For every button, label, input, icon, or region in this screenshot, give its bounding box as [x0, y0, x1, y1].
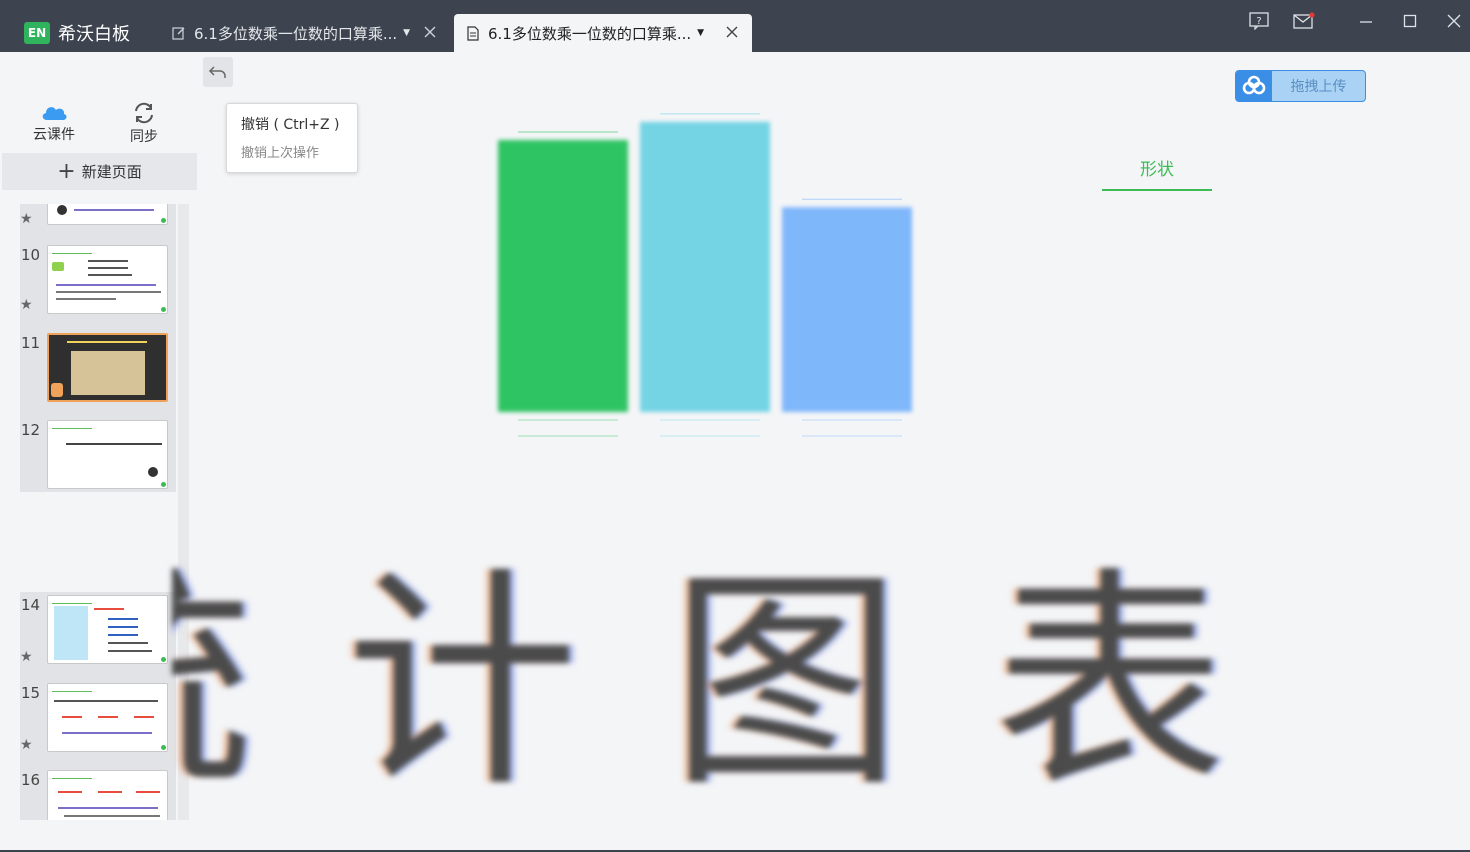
tab-document-2[interactable]: 6.1多位数乘一位数的口算乘... ▼	[454, 14, 752, 52]
upload-label: 拖拽上传	[1290, 79, 1347, 95]
svg-text:?: ?	[1256, 16, 1261, 27]
plus-icon: +	[57, 158, 76, 184]
slide-number: 10	[21, 246, 41, 264]
close-tab-button[interactable]	[422, 24, 438, 40]
star-icon[interactable]: ★	[20, 736, 33, 753]
thumbnail-list-gap	[20, 492, 176, 592]
title-bar: EN 希沃白板 6.1多位数乘一位数的口算乘... ▼ 6.1多位数乘一位数的口…	[0, 0, 1470, 52]
undo-icon	[208, 66, 226, 78]
chevron-down-icon[interactable]: ▼	[697, 28, 704, 38]
undo-tooltip: 撤销 ( Ctrl+Z ) 撤销上次操作	[226, 103, 358, 173]
girl-avatar-icon	[57, 205, 67, 215]
star-icon[interactable]: ★	[20, 648, 33, 665]
tooltip-title: 撤销 ( Ctrl+Z )	[241, 117, 340, 133]
app-name: 希沃白板	[58, 24, 130, 45]
close-window-button[interactable]	[1441, 8, 1467, 34]
close-tab-button[interactable]	[724, 24, 740, 40]
chart-bar[interactable]	[498, 140, 628, 412]
help-icon[interactable]: ?	[1246, 8, 1272, 34]
edit-icon	[172, 25, 186, 41]
drag-upload-button[interactable]: 拖拽上传	[1235, 70, 1366, 102]
girl-avatar-icon	[148, 467, 158, 477]
app-logo: EN	[24, 22, 50, 44]
document-icon	[466, 25, 480, 41]
star-icon[interactable]: ★	[20, 296, 33, 313]
slide-thumbnail[interactable]	[47, 595, 168, 664]
mail-icon[interactable]	[1291, 8, 1317, 34]
chart-bar[interactable]	[782, 207, 912, 412]
slide-thumbnail[interactable]	[47, 204, 168, 225]
undo-button[interactable]	[203, 57, 233, 87]
new-page-label: 新建页面	[81, 163, 142, 181]
canvas-bar-chart[interactable]	[480, 100, 960, 460]
minimize-button[interactable]	[1353, 8, 1379, 34]
baidu-cloud-icon	[1236, 71, 1272, 101]
slide-thumbnail[interactable]	[47, 770, 168, 820]
tab-title: 6.1多位数乘一位数的口算乘...	[488, 24, 692, 43]
sync-button[interactable]: 同步	[114, 102, 174, 146]
slide-thumbnail[interactable]	[47, 420, 168, 489]
maximize-button[interactable]	[1397, 8, 1423, 34]
slide-number: 16	[21, 771, 41, 789]
cloud-icon	[42, 107, 67, 120]
tab-document-1[interactable]: 6.1多位数乘一位数的口算乘... ▼	[160, 14, 450, 52]
tab-shape[interactable]: 形状	[1102, 153, 1212, 191]
slide-thumbnail[interactable]	[47, 683, 168, 752]
tab-title: 6.1多位数乘一位数的口算乘...	[194, 24, 398, 43]
cloud-courseware-button[interactable]: 云课件	[24, 102, 84, 144]
slide-thumbnail[interactable]	[47, 245, 168, 314]
sync-label: 同步	[130, 129, 158, 145]
new-page-button[interactable]: + 新建页面	[2, 153, 197, 190]
sync-icon	[135, 102, 153, 124]
slide-number: 15	[21, 684, 41, 702]
slide-number: 14	[21, 596, 41, 614]
slide-number: 11	[21, 334, 41, 352]
canvas-big-text[interactable]: 统计图表	[172, 548, 1470, 818]
star-icon[interactable]: ★	[20, 210, 33, 227]
slide-thumbnail-list[interactable]: ★ 10 ★ 11 12 14 ★ 15 ★ 16	[20, 204, 176, 820]
cloud-courseware-label: 云课件	[33, 127, 75, 143]
slide-number: 12	[21, 421, 41, 439]
tooltip-description: 撤销上次操作	[241, 146, 320, 161]
chevron-down-icon[interactable]: ▼	[403, 28, 410, 38]
slide-thumbnail[interactable]	[47, 333, 168, 402]
chart-bar[interactable]	[640, 121, 770, 412]
